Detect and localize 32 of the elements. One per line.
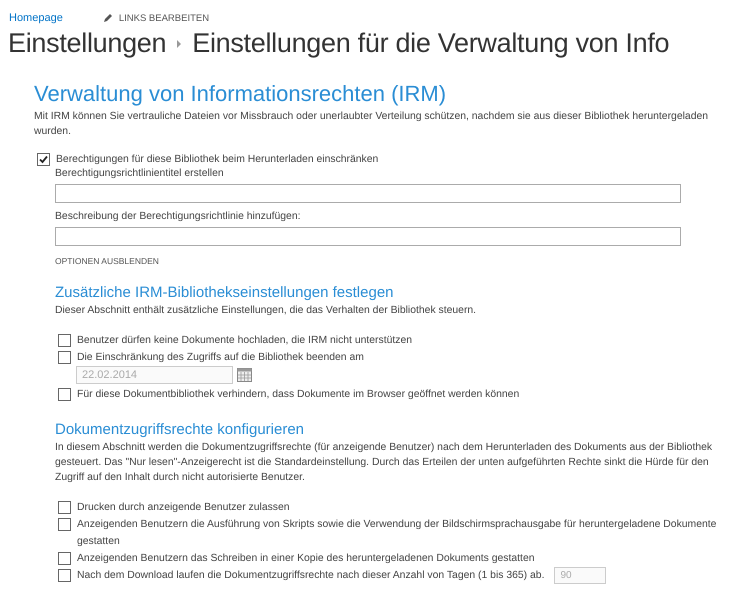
checkbox-label: Benutzer dürfen keine Dokumente hochladen, die IRM nicht unterstützen	[77, 334, 412, 348]
section-description: Dieser Abschnitt enthält zusätzliche Einstellungen, die das Verhalten der Bibliothek steuern.	[55, 304, 478, 318]
checkbox-label: Die Einschränkung des Zugriffs auf die Bibliothek beenden am	[77, 351, 364, 365]
pencil-icon	[102, 13, 113, 23]
checkbox[interactable]	[37, 153, 50, 166]
checkbox-label: Für diese Dokumentbibliothek verhindern, dass Dokumente im Browser geöffnet werden können	[77, 388, 520, 402]
homepage-link[interactable]: Homepage	[9, 12, 63, 24]
checkbox-label: Anzeigenden Benutzern das Schreiben in einer Kopie des heruntergeladenen Dokuments gestatten	[77, 552, 535, 566]
input-field[interactable]	[55, 227, 681, 246]
checkbox[interactable]	[58, 518, 71, 531]
page-title[interactable]: Einstellungen	[8, 28, 166, 59]
checkbox-label: Anzeigenden Benutzern die Ausführung von Skripts sowie die Verwendung der Bildschirmsprachausgabe für heruntergeladene Dokumente gestatten	[77, 518, 718, 549]
checkbox[interactable]	[58, 501, 71, 514]
input-field[interactable]	[55, 184, 681, 203]
breadcrumb-separator-icon	[176, 40, 182, 48]
section-description: Mit IRM können Sie vertrauliche Dateien vor Missbrauch oder unerlaubter Verteilung schützen, nachdem sie aus dieser Bibliothek heruntergeladen wurden.	[34, 110, 710, 139]
checkbox-label: Berechtigungen für diese Bibliothek beim Herunterladen einschränken	[56, 154, 378, 165]
checkbox[interactable]	[58, 388, 71, 401]
checkbox[interactable]	[58, 334, 71, 347]
field-label: Beschreibung der Berechtigungsrichtlinie hinzufügen:	[55, 211, 302, 222]
section-description: In diesem Abschnitt werden die Dokumentzugriffsrechte (für anzeigende Benutzer) nach dem Herunterladen des Dokuments aus der Bibliothek gesteuert. Das "Nur lesen"-Anzeigerecht ist die Standardeinstellung. Durch das Erteilen der unten aufgeführten Rechte sinkt die Hürde für den Zugriff auf den Inhalt durch nicht autorisierte Benutzer.	[55, 441, 714, 485]
checkbox[interactable]	[58, 552, 71, 565]
checkbox-label: Drucken durch anzeigende Benutzer zulassen	[77, 501, 290, 515]
field-label: Berechtigungsrichtlinientitel erstellen	[55, 168, 225, 179]
page-title: Einstellungen für die Verwaltung von Info	[192, 28, 670, 59]
checkbox-label: Nach dem Download laufen die Dokumentzugriffsrechte nach dieser Anzahl von Tagen (1 bis 365) ab.	[77, 569, 544, 583]
edit-links-button[interactable]: LINKS BEARBEITEN	[102, 12, 210, 24]
section-heading: Dokumentzugriffsrechte konfigurieren	[55, 421, 306, 438]
section-heading: Zusätzliche IRM-Bibliothekseinstellungen festlegen	[55, 284, 395, 301]
section-heading: Verwaltung von Informationsrechten (IRM)	[34, 81, 448, 107]
hide-options-link[interactable]: OPTIONEN AUSBLENDEN	[55, 256, 724, 266]
calendar-icon[interactable]	[237, 368, 252, 382]
